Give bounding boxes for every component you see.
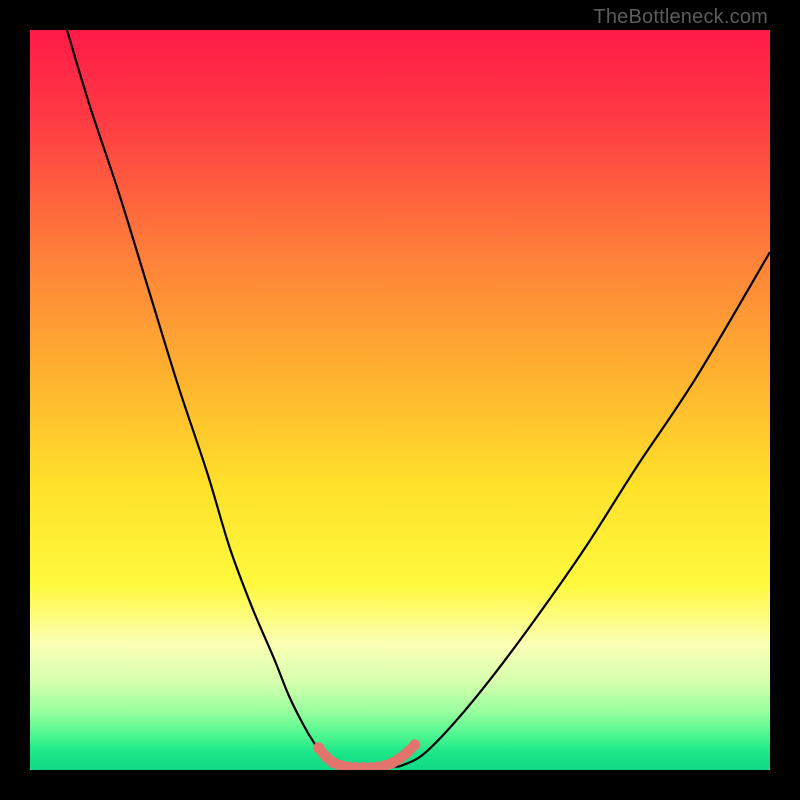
chart-frame: TheBottleneck.com: [0, 0, 800, 800]
plot-area: [30, 30, 770, 770]
sweet-spot-dot: [313, 742, 324, 753]
curve-layer: [30, 30, 770, 770]
watermark-text: TheBottleneck.com: [593, 6, 768, 29]
bottleneck-curve-right: [400, 252, 770, 766]
sweet-spot-dot: [409, 739, 420, 750]
bottleneck-curve-left: [67, 30, 337, 766]
